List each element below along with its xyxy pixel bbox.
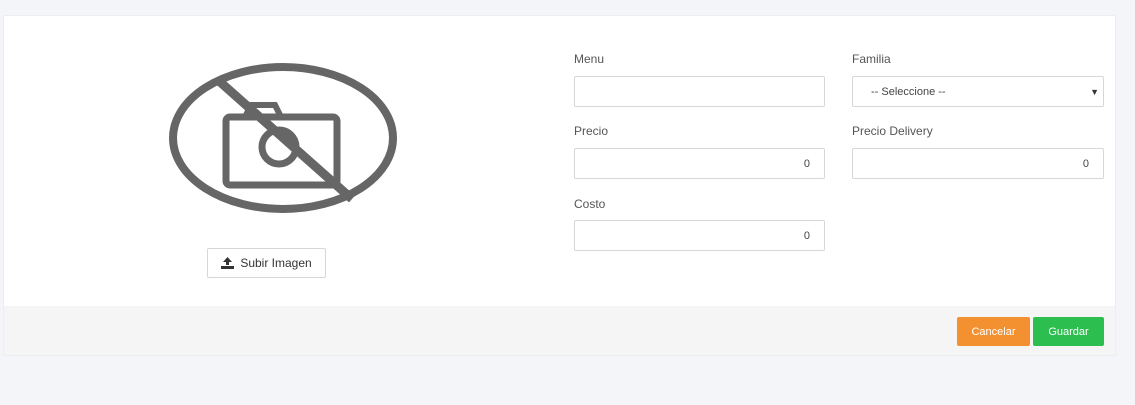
cancel-button[interactable]: Cancelar (957, 317, 1030, 346)
precio-delivery-label: Precio Delivery (852, 124, 933, 138)
upload-icon (221, 257, 235, 269)
menu-input[interactable] (574, 76, 825, 107)
costo-label: Costo (574, 197, 606, 211)
no-photo-icon (167, 61, 399, 215)
familia-label: Familia (852, 52, 891, 66)
upload-image-label: Subir Imagen (240, 256, 312, 270)
familia-select[interactable]: -- Seleccione -- ▼ (852, 76, 1104, 107)
costo-input[interactable] (574, 220, 825, 251)
precio-delivery-input[interactable] (852, 148, 1104, 179)
form-card-body: Subir Imagen Menu Familia -- Seleccione … (4, 16, 1115, 308)
precio-label: Precio (574, 124, 609, 138)
familia-selected-value: -- Seleccione -- (871, 85, 946, 98)
form-card: Subir Imagen Menu Familia -- Seleccione … (3, 15, 1116, 356)
menu-label: Menu (574, 52, 605, 66)
upload-image-button[interactable]: Subir Imagen (207, 248, 326, 278)
precio-input[interactable] (574, 148, 825, 179)
save-button[interactable]: Guardar (1033, 317, 1104, 346)
chevron-down-icon: ▼ (1090, 86, 1099, 97)
form-card-footer (4, 306, 1115, 355)
